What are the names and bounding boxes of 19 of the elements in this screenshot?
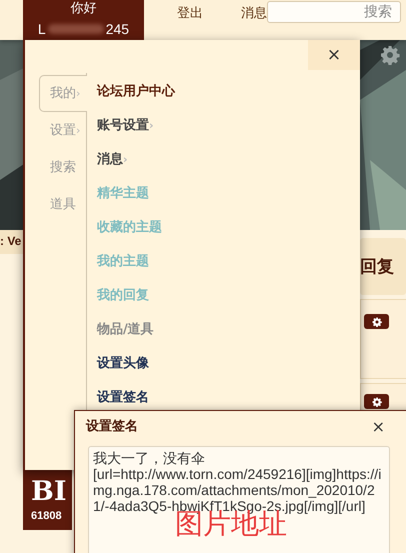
- menu-item[interactable]: 论坛用户中心: [97, 83, 175, 101]
- menu-item[interactable]: 设置签名: [97, 389, 149, 407]
- close-button[interactable]: ×: [308, 40, 360, 70]
- logout-link[interactable]: 登出: [177, 4, 203, 22]
- user-panel[interactable]: 你好 L 245: [23, 0, 144, 40]
- menu-item[interactable]: 消息›: [97, 151, 128, 169]
- badge-number: 61808: [31, 510, 63, 522]
- topic-title: : Ve: [0, 230, 23, 254]
- messages-link[interactable]: 消息: [241, 4, 267, 22]
- greeting: 你好: [70, 0, 96, 18]
- dialog-title: 设置签名: [86, 418, 138, 435]
- username: L: [38, 20, 46, 38]
- search-field[interactable]: 搜索: [267, 1, 401, 23]
- close-button[interactable]: ×: [368, 416, 389, 436]
- menu-item[interactable]: 设置头像: [97, 355, 149, 373]
- reply-button[interactable]: 回复: [360, 238, 406, 295]
- username: 245: [106, 20, 130, 38]
- badge-title: BI: [31, 475, 68, 509]
- menu-item[interactable]: 账号设置›: [97, 117, 154, 135]
